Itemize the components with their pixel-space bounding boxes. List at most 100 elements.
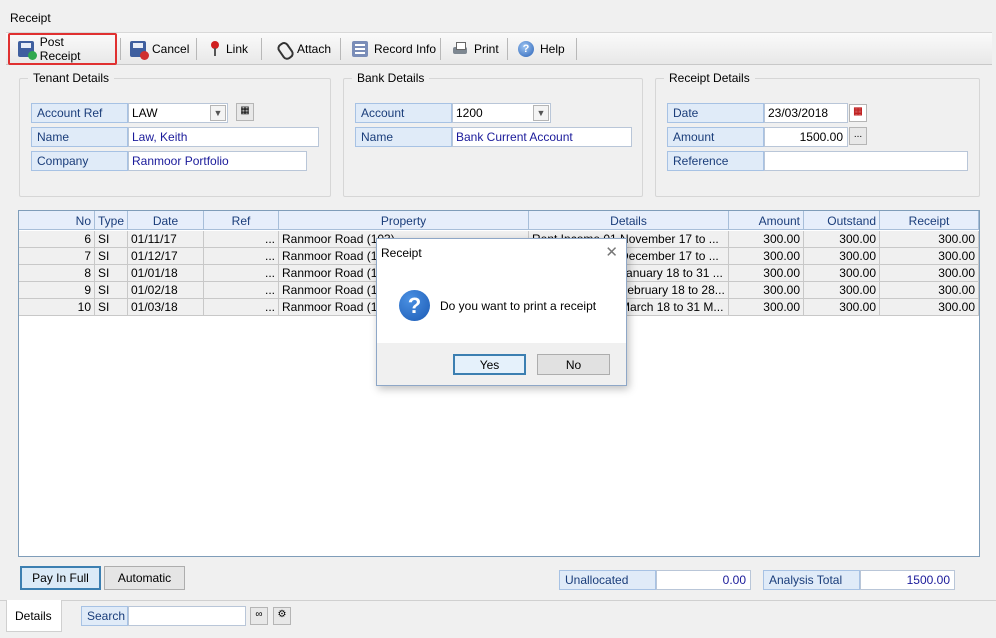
cell-date: 01/02/18 (128, 282, 204, 298)
automatic-button[interactable]: Automatic (104, 566, 185, 590)
col-details[interactable]: Details (529, 211, 729, 229)
cell-ref: ... (204, 265, 279, 281)
cell-receipt: 300.00 (880, 265, 979, 281)
cell-amount: 300.00 (729, 265, 804, 281)
help-icon (518, 41, 534, 57)
unallocated-field: 0.00 (656, 570, 751, 590)
chevron-down-icon[interactable]: ▼ (533, 105, 549, 121)
cell-outstand: 300.00 (804, 231, 880, 247)
col-type[interactable]: Type (95, 211, 128, 229)
cancel-button[interactable]: Cancel (122, 33, 197, 65)
dialog-message: Do you want to print a receipt (440, 299, 597, 313)
search-input[interactable] (128, 606, 246, 626)
col-no[interactable]: No (19, 211, 95, 229)
amount-label: Amount (667, 127, 764, 147)
question-icon: ? (399, 290, 430, 321)
cell-date: 01/11/17 (128, 231, 204, 247)
col-property[interactable]: Property (279, 211, 529, 229)
cell-amount: 300.00 (729, 231, 804, 247)
print-label: Print (474, 42, 499, 56)
cancel-save-icon (130, 41, 149, 60)
cell-no: 7 (19, 248, 95, 264)
reference-label: Reference (667, 151, 764, 171)
cell-ref: ... (204, 299, 279, 315)
analysis-total-label: Analysis Total (763, 570, 860, 590)
cell-outstand: 300.00 (804, 265, 880, 281)
cell-receipt: 300.00 (880, 231, 979, 247)
close-icon[interactable]: ✕ (605, 243, 618, 261)
attach-label: Attach (297, 42, 332, 56)
search-label: Search (81, 606, 128, 626)
toolbar-separator (196, 38, 197, 60)
save-icon (18, 41, 37, 60)
calendar-icon[interactable]: ▦ (849, 104, 867, 122)
bank-details-group: Bank Details Account 1200 ▼ Name Bank Cu… (343, 71, 643, 197)
bank-name-label: Name (355, 127, 452, 147)
amount-ellipsis-button[interactable]: ... (849, 127, 867, 145)
col-receipt[interactable]: Receipt (880, 211, 979, 229)
account-ref-value: LAW (132, 106, 158, 120)
cell-receipt: 300.00 (880, 299, 979, 315)
company-label: Company (31, 151, 128, 171)
toolbar-separator (507, 38, 508, 60)
unallocated-label: Unallocated (559, 570, 656, 590)
bank-details-title: Bank Details (352, 71, 430, 85)
tenant-name-field[interactable]: Law, Keith (128, 127, 319, 147)
tenant-name-label: Name (31, 127, 128, 147)
post-receipt-button[interactable]: Post Receipt (8, 33, 117, 65)
account-ref-combo[interactable]: LAW ▼ (128, 103, 228, 123)
amount-field[interactable]: 1500.00 (764, 127, 848, 147)
link-label: Link (226, 42, 249, 56)
print-receipt-dialog: Receipt ✕ ? Do you want to print a recei… (376, 238, 627, 386)
cell-type: SI (95, 282, 128, 298)
tenant-details-title: Tenant Details (28, 71, 115, 85)
pay-in-full-button[interactable]: Pay In Full (20, 566, 101, 590)
cell-date: 01/12/17 (128, 248, 204, 264)
cell-type: SI (95, 299, 128, 315)
bank-account-combo[interactable]: 1200 ▼ (452, 103, 551, 123)
cell-amount: 300.00 (729, 299, 804, 315)
col-ref[interactable]: Ref (204, 211, 279, 229)
print-button[interactable]: Print (444, 33, 507, 65)
bank-name-field[interactable]: Bank Current Account (452, 127, 632, 147)
record-info-icon (352, 41, 368, 57)
date-field[interactable]: 23/03/2018 (764, 103, 848, 123)
chevron-down-icon[interactable]: ▼ (210, 105, 226, 121)
cell-outstand: 300.00 (804, 248, 880, 264)
cell-receipt: 300.00 (880, 282, 979, 298)
col-outstand[interactable]: Outstand (804, 211, 880, 229)
reference-field[interactable] (764, 151, 968, 171)
cell-amount: 300.00 (729, 282, 804, 298)
cell-ref: ... (204, 248, 279, 264)
lookup-icon[interactable]: ▦ (236, 103, 254, 121)
record-info-label: Record Info (374, 42, 437, 56)
cell-date: 01/03/18 (128, 299, 204, 315)
cell-ref: ... (204, 282, 279, 298)
cell-receipt: 300.00 (880, 248, 979, 264)
cell-type: SI (95, 248, 128, 264)
attach-button[interactable]: Attach (267, 33, 339, 65)
toolbar-separator (440, 38, 441, 60)
yes-button[interactable]: Yes (453, 354, 526, 375)
cell-type: SI (95, 231, 128, 247)
cell-ref: ... (204, 231, 279, 247)
advanced-search-icon[interactable]: ⚙ (273, 607, 291, 625)
window-title: Receipt (0, 0, 996, 32)
binoculars-icon[interactable]: ∞ (250, 607, 268, 625)
tab-details[interactable]: Details (6, 600, 62, 632)
link-button[interactable]: Link (202, 33, 256, 65)
cell-type: SI (95, 265, 128, 281)
cell-outstand: 300.00 (804, 282, 880, 298)
dialog-title: Receipt (381, 246, 422, 260)
printer-icon (452, 41, 468, 57)
cell-no: 10 (19, 299, 95, 315)
cancel-label: Cancel (152, 42, 190, 56)
company-field[interactable]: Ranmoor Portfolio (128, 151, 307, 171)
col-date[interactable]: Date (128, 211, 204, 229)
analysis-total-field: 1500.00 (860, 570, 955, 590)
help-button[interactable]: Help (510, 33, 573, 65)
receipt-details-title: Receipt Details (664, 71, 755, 85)
record-info-button[interactable]: Record Info (344, 33, 444, 65)
no-button[interactable]: No (537, 354, 610, 375)
col-amount[interactable]: Amount (729, 211, 804, 229)
